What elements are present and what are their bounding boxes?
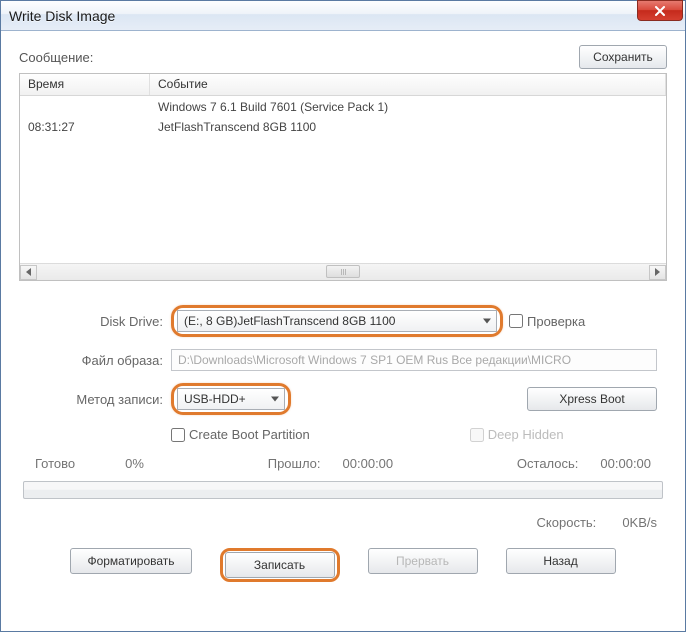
triangle-right-icon xyxy=(655,268,660,276)
disk-drive-select[interactable]: (E:, 8 GB)JetFlashTranscend 8GB 1100 xyxy=(177,310,497,332)
write-method-label: Метод записи: xyxy=(29,392,165,407)
image-file-row: Файл образа: xyxy=(29,349,657,371)
log-body: Windows 7 6.1 Build 7601 (Service Pack 1… xyxy=(20,96,666,263)
close-icon xyxy=(654,6,666,16)
log-header: Время Событие xyxy=(20,74,666,96)
write-disk-image-window: Write Disk Image Сообщение: Сохранить Вр… xyxy=(0,0,686,632)
message-row: Сообщение: Сохранить xyxy=(19,45,667,69)
checkbox-row: Create Boot Partition Deep Hidden xyxy=(29,427,657,442)
create-boot-partition-label: Create Boot Partition xyxy=(189,427,310,442)
scroll-left-button[interactable] xyxy=(20,265,37,280)
disk-drive-highlight: (E:, 8 GB)JetFlashTranscend 8GB 1100 xyxy=(171,305,503,337)
write-method-select[interactable]: USB-HDD+ xyxy=(177,388,285,410)
col-header-time[interactable]: Время xyxy=(20,74,150,95)
close-button[interactable] xyxy=(637,0,683,21)
write-method-row: Метод записи: USB-HDD+ Xpress Boot xyxy=(29,383,657,415)
cell-event: Windows 7 6.1 Build 7601 (Service Pack 1… xyxy=(150,98,666,118)
button-row: Форматировать Записать Прервать Назад xyxy=(19,548,667,582)
elapsed-label: Прошло: xyxy=(268,456,321,471)
write-button[interactable]: Записать xyxy=(225,552,335,578)
format-button[interactable]: Форматировать xyxy=(70,548,191,574)
verify-checkbox[interactable] xyxy=(509,314,523,328)
image-file-input[interactable] xyxy=(171,349,657,371)
create-boot-partition-wrap[interactable]: Create Boot Partition xyxy=(171,427,310,442)
back-button[interactable]: Назад xyxy=(506,548,616,574)
cell-event: JetFlashTranscend 8GB 1100 xyxy=(150,118,666,138)
triangle-left-icon xyxy=(26,268,31,276)
cell-time xyxy=(20,98,150,118)
verify-label: Проверка xyxy=(527,314,585,329)
form-area: Disk Drive: (E:, 8 GB)JetFlashTranscend … xyxy=(19,305,667,442)
disk-drive-row: Disk Drive: (E:, 8 GB)JetFlashTranscend … xyxy=(29,305,657,337)
horizontal-scrollbar[interactable] xyxy=(20,263,666,280)
progress-bar xyxy=(23,481,663,499)
table-row[interactable]: 08:31:27 JetFlashTranscend 8GB 1100 xyxy=(20,118,666,138)
xpress-boot-button[interactable]: Xpress Boot xyxy=(527,387,657,411)
elapsed-value: 00:00:00 xyxy=(343,456,394,471)
status-ready: Готово xyxy=(35,456,75,471)
deep-hidden-label: Deep Hidden xyxy=(488,427,564,442)
disk-drive-label: Disk Drive: xyxy=(29,314,165,329)
status-percent: 0% xyxy=(125,456,144,471)
remain-label: Осталось: xyxy=(517,456,579,471)
write-method-highlight: USB-HDD+ xyxy=(171,383,291,415)
table-row[interactable]: Windows 7 6.1 Build 7601 (Service Pack 1… xyxy=(20,98,666,118)
remain-value: 00:00:00 xyxy=(600,456,651,471)
scroll-thumb[interactable] xyxy=(326,265,360,278)
log-table: Время Событие Windows 7 6.1 Build 7601 (… xyxy=(19,73,667,281)
status-row: Готово 0% Прошло: 00:00:00 Осталось: 00:… xyxy=(19,456,667,471)
abort-button: Прервать xyxy=(368,548,478,574)
cell-time: 08:31:27 xyxy=(20,118,150,138)
message-label: Сообщение: xyxy=(19,50,93,65)
write-button-highlight: Записать xyxy=(220,548,340,582)
verify-checkbox-wrap[interactable]: Проверка xyxy=(509,314,585,329)
write-method-value: USB-HDD+ xyxy=(184,392,246,406)
disk-drive-value: (E:, 8 GB)JetFlashTranscend 8GB 1100 xyxy=(184,314,395,328)
image-file-label: Файл образа: xyxy=(29,353,165,368)
deep-hidden-wrap: Deep Hidden xyxy=(470,427,564,442)
speed-row: Скорость: 0KB/s xyxy=(19,515,657,530)
titlebar[interactable]: Write Disk Image xyxy=(1,1,685,31)
create-boot-partition-checkbox[interactable] xyxy=(171,428,185,442)
col-header-event[interactable]: Событие xyxy=(150,74,666,95)
content-area: Сообщение: Сохранить Время Событие Windo… xyxy=(1,31,685,631)
speed-label: Скорость: xyxy=(537,515,597,530)
window-title: Write Disk Image xyxy=(9,8,115,24)
deep-hidden-checkbox xyxy=(470,428,484,442)
save-log-button[interactable]: Сохранить xyxy=(579,45,667,69)
speed-value: 0KB/s xyxy=(622,515,657,530)
scroll-right-button[interactable] xyxy=(649,265,666,280)
